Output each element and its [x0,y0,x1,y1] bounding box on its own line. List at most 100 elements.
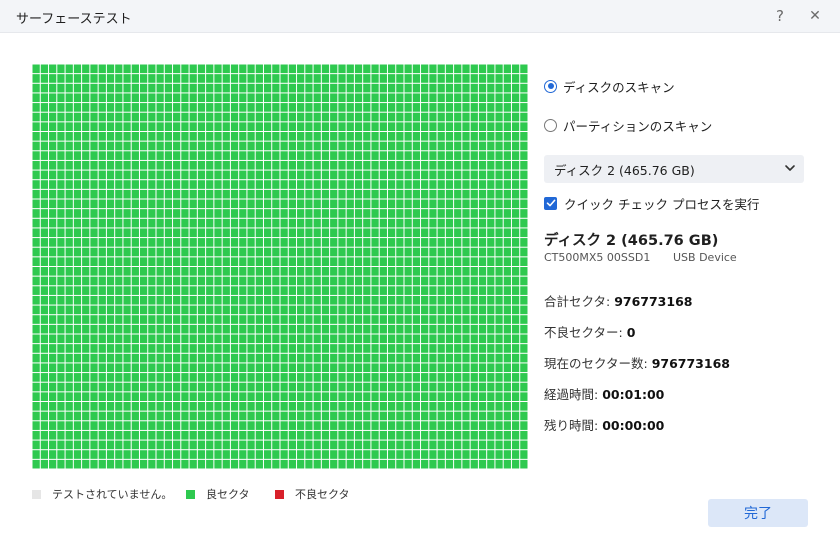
sector-cell [338,209,346,218]
checkmark-icon[interactable] [544,196,557,210]
help-icon[interactable]: ? [768,5,792,27]
sector-cell [148,103,156,112]
scan-disk-radio[interactable]: ディスクのスキャン [544,77,675,95]
disk-select[interactable]: ディスク 2 (465.76 GB) [544,155,804,183]
sector-cell [379,450,387,459]
quick-check-checkbox[interactable]: クイック チェック プロセスを実行 [544,194,759,212]
sector-cell [206,276,214,286]
sector-cell [445,74,454,83]
sector-cell [346,93,354,103]
sector-cell [131,247,139,257]
sector-cell [288,122,297,131]
sector-cell [98,151,106,160]
sector-cell [396,421,404,430]
sector-cell [247,421,255,430]
sector-cell [247,315,255,324]
sector-cell [90,295,98,305]
sector-cell [429,160,437,170]
sector-cell [164,160,173,170]
sector-cell [40,151,49,160]
sector-cell [255,180,263,189]
sector-cell [173,151,181,160]
sector-cell [363,257,371,266]
sector-cell [123,305,131,315]
sector-cell [437,151,445,160]
sector-cell [255,315,263,324]
sector-cell [214,450,222,459]
sector-cell [181,402,189,411]
sector-cell [173,276,181,286]
sector-cell [272,402,280,411]
sector-cell [330,334,338,344]
sector-cell [40,353,49,363]
sector-cell [131,132,139,141]
sector-cell [65,440,73,450]
sector-cell [338,305,346,315]
sector-cell [164,74,173,83]
sector-cell [454,209,462,218]
sector-cell [354,286,363,295]
close-icon[interactable]: ✕ [803,5,827,27]
sector-cell [503,199,511,209]
sector-cell [313,170,321,180]
sector-cell [82,430,90,440]
sector-cell [131,218,139,228]
sector-cell [247,151,255,160]
sector-cell [379,459,387,469]
sector-cell [346,286,354,295]
sector-cell [164,93,173,103]
sector-cell [511,257,520,266]
sector-cell [421,238,429,247]
sector-cell [346,334,354,344]
sector-cell [297,74,305,83]
sector-cell [255,170,263,180]
sector-cell [139,74,148,83]
sector-cell [462,363,470,373]
sector-cell [371,199,379,209]
sector-cell [106,315,115,324]
sector-cell [511,189,520,199]
sector-cell [82,189,90,199]
sector-cell [445,93,454,103]
sector-cell [32,132,40,141]
done-button[interactable]: 完了 [708,499,808,527]
sector-cell [487,112,495,122]
sector-cell [363,421,371,430]
sector-cell [123,141,131,151]
sector-cell [346,373,354,382]
sector-cell [230,440,239,450]
sector-cell [313,440,321,450]
sector-cell [371,430,379,440]
sector-cell [106,247,115,257]
sector-cell [313,392,321,401]
sector-cell [247,305,255,315]
sector-cell [40,286,49,295]
sector-cell [321,238,330,247]
scan-partition-radio[interactable]: パーティションのスキャン [544,116,712,134]
sector-cell [313,305,321,315]
sector-cell [164,430,173,440]
sector-cell [478,122,487,131]
sector-cell [239,363,247,373]
sector-cell [123,276,131,286]
sector-cell [206,83,214,93]
sector-cell [247,170,255,180]
sector-cell [222,295,230,305]
sector-cell [346,363,354,373]
sector-cell [272,218,280,228]
sector-cell [445,170,454,180]
scan-partition-radio-dot[interactable] [544,118,557,132]
sector-cell [263,64,272,74]
sector-cell [338,450,346,459]
sector-cell [470,392,478,401]
sector-cell [503,363,511,373]
sector-cell [197,421,206,430]
sector-cell [445,257,454,266]
sector-cell [73,459,82,469]
sector-cell [321,209,330,218]
sector-cell [156,209,164,218]
sector-cell [148,189,156,199]
sector-cell [115,122,123,131]
sector-cell [197,189,206,199]
scan-disk-radio-dot[interactable] [544,79,557,93]
